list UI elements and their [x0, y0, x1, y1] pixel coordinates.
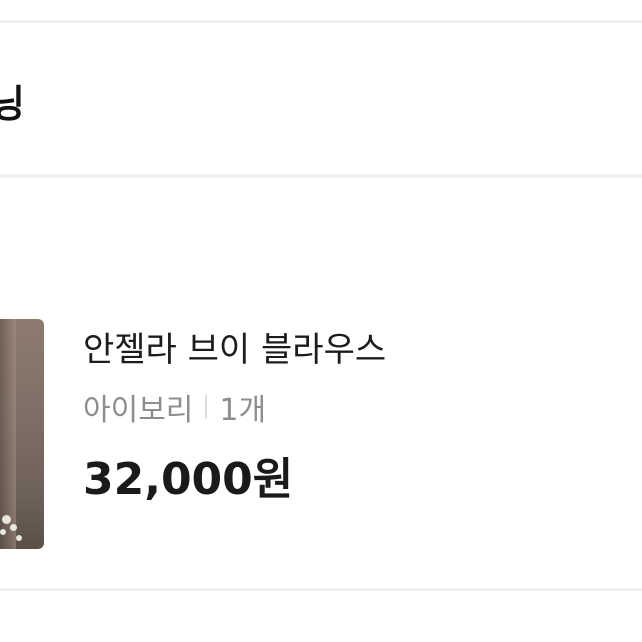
product-options: 아이보리 1개	[83, 385, 266, 429]
product-color-option: 아이보리	[83, 393, 194, 428]
product-quantity: 1개	[219, 393, 267, 428]
product-name[interactable]: 안젤라 브이 블라우스	[83, 322, 386, 371]
option-separator	[205, 395, 208, 419]
flower-decoration	[0, 529, 6, 535]
section-divider	[0, 174, 642, 178]
flower-decoration	[2, 515, 11, 524]
section-header: 닝	[0, 23, 642, 173]
flower-decoration	[10, 524, 17, 531]
bottom-divider	[0, 588, 642, 591]
order-product-screen: 닝 안젤라 브이 블라우스 아이보리 1개 32,000원	[0, 0, 642, 642]
product-thumbnail[interactable]	[0, 319, 44, 549]
product-price: 32,000원	[83, 454, 294, 505]
section-title: 닝	[0, 82, 25, 126]
flower-decoration	[16, 535, 22, 541]
